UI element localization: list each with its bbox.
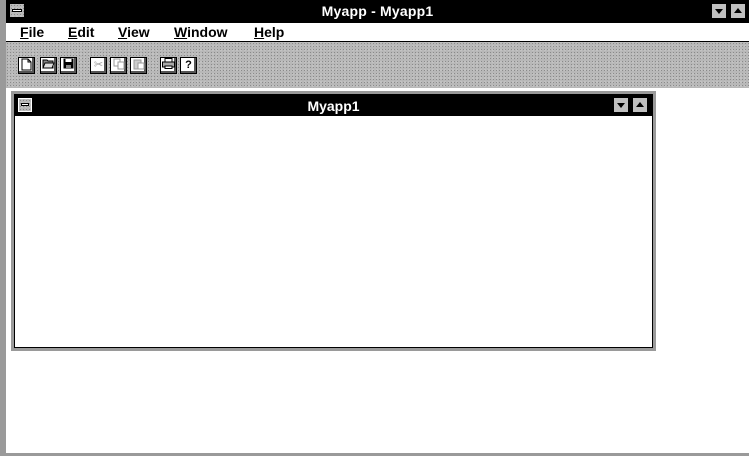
cut-scissors-icon: ✂: [93, 59, 104, 71]
open-folder-icon: [42, 59, 55, 69]
help-icon: ?: [185, 59, 192, 71]
child-minimize-button[interactable]: [613, 97, 629, 113]
paste-button[interactable]: [130, 57, 147, 74]
save-disk-icon: [63, 58, 74, 69]
menu-window[interactable]: Window: [174, 24, 228, 40]
paste-icon: [133, 59, 144, 70]
new-document-icon: [21, 58, 32, 71]
menu-bar: File Edit View Window Help: [6, 23, 749, 42]
menu-edit[interactable]: Edit: [68, 24, 94, 40]
child-frame: Myapp1: [14, 94, 653, 348]
copy-button[interactable]: [110, 57, 127, 74]
copy-icon: [113, 58, 124, 70]
child-client-area[interactable]: [15, 117, 652, 347]
print-button[interactable]: [160, 57, 177, 74]
maximize-arrow-icon: [734, 8, 742, 13]
child-title-bar[interactable]: Myapp1: [15, 95, 652, 116]
main-title-bar[interactable]: Myapp - Myapp1: [6, 0, 749, 23]
help-button[interactable]: ?: [180, 57, 197, 74]
menu-file[interactable]: File: [20, 24, 44, 40]
new-button[interactable]: [18, 57, 35, 74]
minimize-arrow-icon: [715, 9, 723, 14]
cut-button[interactable]: ✂: [90, 57, 107, 74]
child-maximize-button[interactable]: [632, 97, 648, 113]
open-button[interactable]: [40, 57, 57, 74]
menu-view[interactable]: View: [118, 24, 150, 40]
app-window: Myapp - Myapp1 File Edit View Window Hel…: [0, 0, 749, 456]
maximize-button[interactable]: [730, 3, 746, 19]
menu-help[interactable]: Help: [254, 24, 284, 40]
child-minimize-arrow-icon: [617, 103, 625, 108]
print-icon: [162, 58, 175, 69]
save-button[interactable]: [60, 57, 77, 74]
toolbar: ✂ ?: [6, 42, 749, 88]
mdi-child-window[interactable]: Myapp1: [11, 91, 656, 351]
window-title: Myapp - Myapp1: [321, 3, 434, 19]
child-maximize-arrow-icon: [636, 102, 644, 107]
minimize-button[interactable]: [711, 3, 727, 19]
child-window-title: Myapp1: [307, 98, 360, 114]
